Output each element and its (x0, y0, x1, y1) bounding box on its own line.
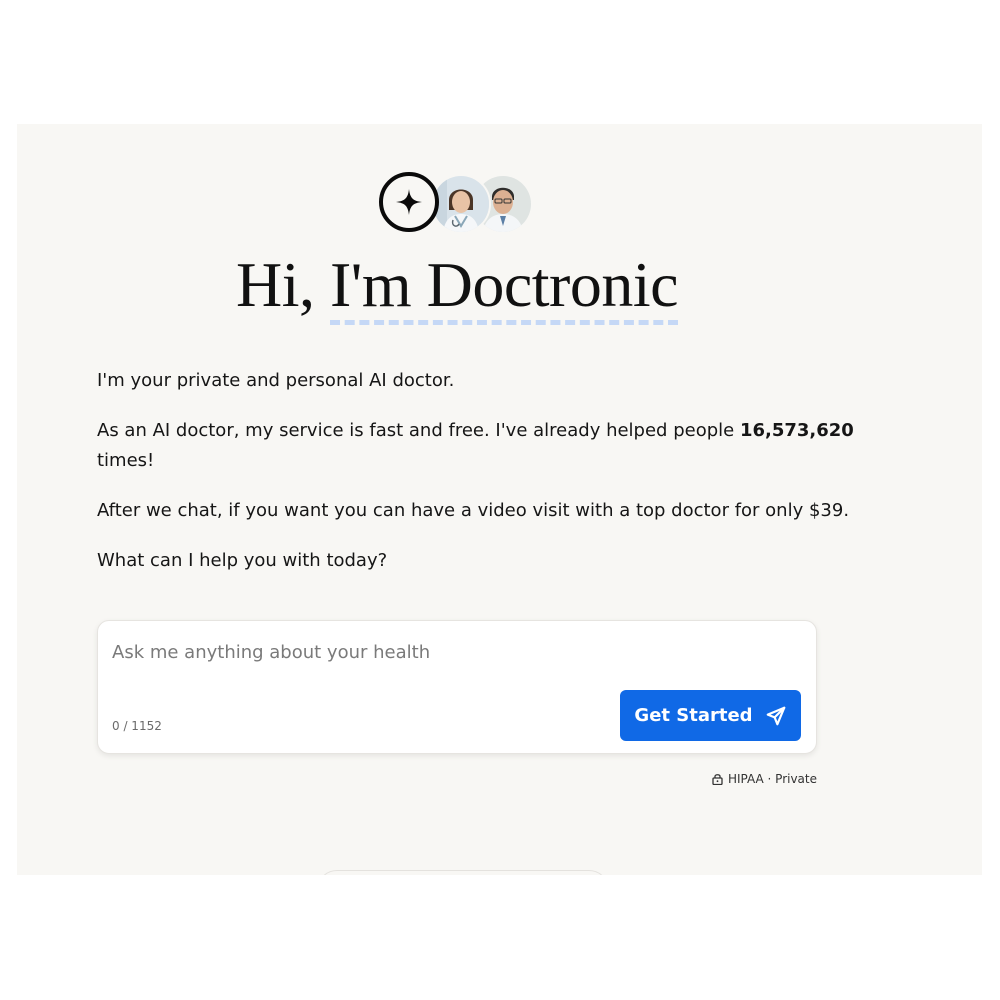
bottom-pill[interactable] (317, 870, 609, 875)
intro-line-2-text: As an AI doctor, my service is fast and … (97, 420, 740, 441)
get-started-label: Get Started (634, 705, 753, 726)
character-counter: 0 / 1152 (112, 719, 162, 733)
main-panel: Hi, I'm Doctronic I'm your private and p… (17, 124, 982, 875)
avatar-female-doctor (431, 174, 491, 234)
sparkle-icon (396, 189, 422, 215)
page-title: Hi, I'm Doctronic (17, 249, 897, 325)
intro-line-1: I'm your private and personal AI doctor. (97, 370, 455, 391)
intro-line-4: What can I help you with today? (97, 550, 388, 571)
intro-text: I'm your private and personal AI doctor.… (97, 366, 857, 596)
avatar-row (379, 172, 539, 234)
send-icon (766, 706, 785, 725)
privacy-note: HIPAA · Private (712, 772, 817, 786)
get-started-button[interactable]: Get Started (620, 690, 801, 741)
lock-icon (712, 774, 723, 785)
intro-line-3: After we chat, if you want you can have … (97, 500, 850, 521)
privacy-label: HIPAA · Private (727, 772, 817, 786)
doctronic-logo (379, 172, 439, 232)
helped-count: 16,573,620 (739, 420, 854, 441)
health-question-input[interactable] (112, 637, 792, 667)
intro-line-2: As an AI doctor, my service is fast and … (97, 416, 857, 476)
intro-line-2-end: times! (97, 450, 155, 471)
chat-card: 0 / 1152 Get Started (97, 620, 817, 754)
title-name: I'm Doctronic (329, 249, 679, 325)
title-greeting: Hi, (235, 249, 330, 320)
